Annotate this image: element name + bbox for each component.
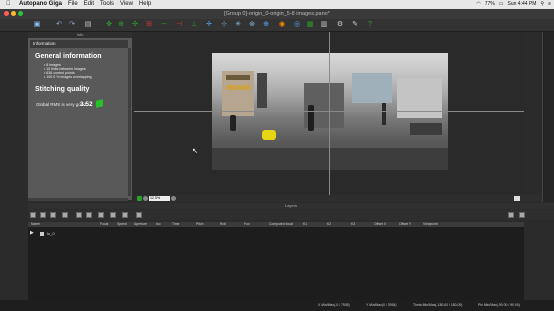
pano-window — [352, 73, 392, 103]
straighten-icon[interactable]: ⊥ — [190, 21, 198, 29]
battery-percent[interactable]: 77% — [485, 0, 495, 9]
menubar-status: ◠ 77% ▭ Sun 4:44 PM ⚲ ≡ — [476, 0, 551, 9]
pano-sofa — [410, 123, 442, 135]
blend-icon[interactable]: ◎ — [293, 21, 301, 29]
quality-indicator-icon — [96, 99, 103, 108]
menu-list-icon[interactable]: ≡ — [548, 0, 551, 9]
layers-list — [28, 227, 524, 300]
redo-icon[interactable]: ↷ — [68, 21, 76, 29]
menu-view[interactable]: View — [120, 0, 133, 9]
main-toolbar: ▣ ↶ ↷ ▤ ✥ ⊕ ✣ ⊞ ─ ⊣ ⊥ ✛ ⊹ ✳ ⊛ ⊕ ◉ ◎ ▦ ▥ … — [0, 19, 554, 32]
layer-export-icon[interactable] — [519, 212, 525, 218]
crop-icon[interactable]: ⊞ — [145, 21, 153, 29]
pano-shelf-row — [226, 85, 250, 90]
image-icon[interactable]: ▤ — [84, 21, 92, 29]
information-tab[interactable]: Information — [30, 40, 128, 48]
status-phi-range: Phi Min/Max(-90.00 / 90.00) — [478, 303, 520, 307]
unlink-layer-icon[interactable] — [110, 212, 116, 218]
zoom-out-icon[interactable] — [143, 196, 148, 201]
link-icon[interactable]: ⊛ — [248, 21, 256, 29]
move-down-icon[interactable] — [86, 212, 92, 218]
delete-layer-icon[interactable] — [122, 212, 128, 218]
status-bar: X Min/Max(-0 / 7908) Y Min/Max(0 / 3954)… — [0, 300, 554, 311]
color-wheel-icon[interactable]: ◉ — [278, 21, 286, 29]
info-panel-scrollbar[interactable] — [128, 48, 131, 196]
anchor-icon[interactable]: ⊕ — [262, 21, 270, 29]
menu-tools[interactable]: Tools — [100, 0, 114, 9]
gear-cluster-icon[interactable]: ✳ — [234, 21, 242, 29]
layer-name: lo_0 — [47, 231, 55, 236]
status-x-range: X Min/Max(-0 / 7908) — [318, 303, 350, 307]
right-strip — [542, 32, 554, 202]
properties-icon[interactable] — [136, 212, 142, 218]
duplicate-layer-icon[interactable] — [40, 212, 46, 218]
fit-icon[interactable] — [137, 196, 142, 201]
pano-door — [257, 73, 267, 108]
window-title: [Group 0]-origin_0-origin_5-8 images.pan… — [224, 11, 330, 17]
zoom-bar — [134, 195, 542, 202]
info-panel-hscrollbar[interactable] — [28, 198, 128, 201]
wrench-icon[interactable]: ✎ — [351, 21, 359, 29]
mask-layer-icon[interactable] — [62, 212, 68, 218]
settings-gear-icon[interactable]: ⚙ — [336, 21, 344, 29]
layers-panel-header: Layers — [28, 203, 554, 209]
pano-shelf-row — [226, 75, 250, 80]
add-layer-icon[interactable] — [30, 212, 36, 218]
status-y-range: Y Min/Max(0 / 3954) — [366, 303, 397, 307]
move-up-icon[interactable] — [76, 212, 82, 218]
pano-floor — [212, 148, 448, 170]
menu-app-name[interactable]: Autopano Giga — [19, 0, 62, 9]
menu-file[interactable]: File — [68, 0, 78, 9]
status-theta-range: Theta Min/Max(-180.00 / 180.00) — [413, 303, 463, 307]
menu-edit[interactable]: Edit — [84, 0, 94, 9]
zoom-in-icon[interactable] — [171, 196, 176, 201]
group-layer-icon[interactable] — [50, 212, 56, 218]
rms-value: 3.52 — [80, 101, 93, 108]
pano-person — [308, 105, 314, 131]
horizontal-guide-line[interactable] — [134, 111, 524, 112]
clock[interactable]: Sun 4:44 PM — [508, 0, 537, 9]
pano-bright-wall — [397, 78, 442, 118]
layer-settings-icon[interactable] — [508, 212, 514, 218]
info-panel-header: Info — [28, 32, 132, 38]
layers-icon[interactable]: ▦ — [306, 21, 314, 29]
stitching-quality-title: Stitching quality — [35, 86, 90, 93]
zoom-level-field[interactable]: 12.5% — [149, 196, 170, 201]
expand-arrow-icon[interactable]: ▶ — [30, 230, 34, 237]
left-strip — [0, 32, 27, 202]
visibility-checkbox[interactable] — [40, 232, 44, 236]
crosshair-icon[interactable]: ⊕ — [117, 21, 125, 29]
macos-menubar:  Autopano Giga File Edit Tools View Hel… — [0, 0, 554, 9]
expand-icon[interactable] — [514, 196, 520, 201]
vertical-line-icon[interactable]: ⊣ — [175, 21, 183, 29]
layers-toolbar — [28, 210, 554, 220]
pano-yellow-chair — [262, 130, 276, 140]
pano-person — [230, 115, 236, 131]
cursor-icon[interactable]: ⊹ — [220, 21, 228, 29]
general-item: • 100.0 % images overlapping — [44, 75, 92, 79]
help-icon[interactable]: ? — [366, 21, 374, 29]
general-information-title: General information — [35, 53, 102, 60]
rotate-icon[interactable]: ✣ — [131, 21, 139, 29]
apple-icon[interactable]:  — [6, 0, 14, 9]
undo-icon[interactable]: ↶ — [55, 21, 63, 29]
layer-row[interactable]: ▶ lo_0 — [28, 230, 148, 237]
menu-help[interactable]: Help — [139, 0, 151, 9]
link-layer-icon[interactable] — [98, 212, 104, 218]
horizon-icon[interactable]: ─ — [160, 21, 168, 29]
battery-icon[interactable]: ▭ — [499, 0, 504, 9]
panel-icon[interactable]: ▣ — [33, 21, 41, 29]
mouse-cursor-icon: ↖ — [192, 148, 198, 155]
vertical-guide-line[interactable] — [329, 32, 330, 195]
search-icon[interactable]: ⚲ — [540, 0, 544, 9]
render-icon[interactable]: ▥ — [320, 21, 328, 29]
wifi-icon[interactable]: ◠ — [476, 0, 480, 9]
move-icon[interactable]: ✥ — [105, 21, 113, 29]
pano-person — [382, 103, 386, 125]
control-points-icon[interactable]: ✛ — [205, 21, 213, 29]
